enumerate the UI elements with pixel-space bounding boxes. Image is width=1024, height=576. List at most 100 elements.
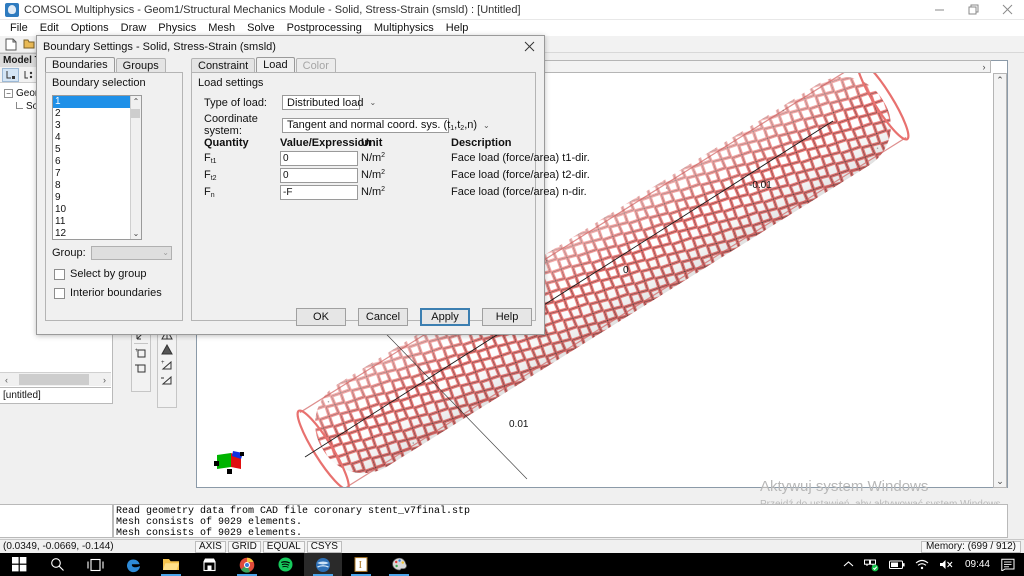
- hscroll-thumb[interactable]: [19, 374, 89, 385]
- coordinate-system-select[interactable]: Tangent and normal coord. sys. (t1,t2,n)…: [282, 117, 490, 133]
- chrome-browser-icon[interactable]: [228, 553, 266, 576]
- mesh-coarse-icon[interactable]: [159, 372, 175, 387]
- scroll-left-icon[interactable]: ‹: [0, 373, 13, 386]
- open-folder-icon[interactable]: [21, 37, 37, 52]
- close-icon[interactable]: [514, 36, 544, 57]
- menu-solve[interactable]: Solve: [241, 20, 281, 36]
- chevron-down-icon[interactable]: ⌄: [477, 121, 490, 130]
- cancel-button[interactable]: Cancel: [358, 308, 408, 326]
- cursor-coordinates: (0.0349, -0.0669, -0.144): [3, 541, 114, 552]
- menu-physics[interactable]: Physics: [152, 20, 202, 36]
- value-field-fn[interactable]: -F: [280, 185, 358, 200]
- checkbox-box[interactable]: [54, 268, 65, 280]
- graphics-vscrollbar[interactable]: ⌃ ⌄: [993, 73, 1007, 488]
- windows-start-icon[interactable]: [0, 553, 38, 576]
- menu-edit[interactable]: Edit: [34, 20, 65, 36]
- tab-load[interactable]: Load: [256, 57, 295, 72]
- mesh-solid-icon[interactable]: [159, 342, 175, 357]
- volume-muted-icon[interactable]: [934, 559, 959, 570]
- menu-draw[interactable]: Draw: [115, 20, 153, 36]
- list-item[interactable]: 12: [53, 228, 130, 239]
- list-item[interactable]: 5: [53, 144, 130, 156]
- file-explorer-icon[interactable]: [152, 553, 190, 576]
- status-flag-equal[interactable]: EQUAL: [262, 540, 305, 553]
- apply-button[interactable]: Apply: [420, 308, 470, 326]
- new-document-icon[interactable]: [3, 37, 19, 52]
- list-item[interactable]: 2: [53, 108, 130, 120]
- menu-file[interactable]: File: [4, 20, 34, 36]
- list-item[interactable]: 3: [53, 120, 130, 132]
- list-item[interactable]: 7: [53, 168, 130, 180]
- list-view-icon[interactable]: [20, 68, 37, 82]
- list-item[interactable]: 4: [53, 132, 130, 144]
- list-item[interactable]: 1: [53, 96, 130, 108]
- list-item[interactable]: 9: [53, 192, 130, 204]
- interior-boundaries-checkbox[interactable]: Interior boundaries: [54, 287, 162, 299]
- dialog-body: Boundaries Groups Constraint Load Color …: [37, 57, 590, 334]
- show-hidden-icons-chevron[interactable]: [838, 560, 859, 569]
- axis-tick-label: 0: [623, 265, 629, 276]
- tab-constraint[interactable]: Constraint: [191, 58, 256, 72]
- zoom-out-box-icon[interactable]: [133, 360, 149, 375]
- chevron-down-icon[interactable]: ⌄: [363, 98, 376, 107]
- scroll-up-icon[interactable]: ⌃: [994, 74, 1006, 86]
- group-label: Group:: [52, 246, 86, 259]
- minimize-icon[interactable]: [922, 0, 956, 20]
- network-status-icon[interactable]: [859, 558, 884, 572]
- menu-postprocessing[interactable]: Postprocessing: [281, 20, 368, 36]
- scroll-up-icon[interactable]: ⌃: [131, 96, 142, 107]
- type-of-load-select[interactable]: Distributed load ⌄: [282, 95, 376, 110]
- zoom-in-box-icon[interactable]: +: [133, 345, 149, 360]
- axis-tick-label: 0.01: [509, 419, 529, 430]
- list-item[interactable]: 10: [53, 204, 130, 216]
- search-icon[interactable]: [38, 553, 76, 576]
- menu-help[interactable]: Help: [440, 20, 475, 36]
- scroll-down-icon[interactable]: ⌄: [994, 475, 1006, 487]
- boundary-selection-label: Boundary selection: [52, 77, 146, 89]
- model-tree-hscrollbar[interactable]: ‹ ›: [0, 372, 111, 386]
- scroll-down-icon[interactable]: ⌄: [131, 228, 142, 239]
- log-line: Mesh consists of 9029 elements.: [116, 528, 303, 538]
- text-editor-icon[interactable]: I: [342, 553, 380, 576]
- tab-groups[interactable]: Groups: [115, 58, 166, 72]
- restore-icon[interactable]: [956, 0, 990, 20]
- collapse-icon[interactable]: −: [4, 89, 13, 98]
- status-flag-grid[interactable]: GRID: [227, 540, 261, 553]
- unit-label: N/m2: [361, 169, 386, 181]
- tab-boundaries[interactable]: Boundaries: [45, 57, 115, 72]
- close-icon[interactable]: [990, 0, 1024, 20]
- scroll-right-icon[interactable]: ›: [978, 61, 990, 72]
- boundary-list-scrollbar[interactable]: ⌃ ⌄: [130, 96, 141, 239]
- menu-options[interactable]: Options: [65, 20, 115, 36]
- battery-icon[interactable]: [884, 560, 910, 570]
- menu-multiphysics[interactable]: Multiphysics: [368, 20, 440, 36]
- task-view-icon[interactable]: [76, 553, 114, 576]
- mesh-refine-icon[interactable]: +: [159, 357, 175, 372]
- comsol-icon[interactable]: [304, 553, 342, 576]
- edge-browser-icon[interactable]: [114, 553, 152, 576]
- taskbar-clock[interactable]: 09:44: [959, 559, 996, 570]
- wifi-icon[interactable]: [910, 559, 934, 570]
- scroll-right-icon[interactable]: ›: [98, 373, 111, 386]
- scroll-thumb[interactable]: [131, 109, 140, 118]
- microsoft-store-icon[interactable]: [190, 553, 228, 576]
- paint-icon[interactable]: [380, 553, 418, 576]
- list-item[interactable]: 8: [53, 180, 130, 192]
- select-by-group-checkbox[interactable]: Select by group: [54, 268, 146, 280]
- checkbox-box[interactable]: [54, 287, 65, 299]
- list-item[interactable]: 11: [53, 216, 130, 228]
- list-item[interactable]: 6: [53, 156, 130, 168]
- value-field-ft2[interactable]: 0: [280, 168, 358, 183]
- status-flag-csys[interactable]: CSYS: [306, 540, 342, 553]
- help-button[interactable]: Help: [482, 308, 532, 326]
- tree-view-icon[interactable]: [2, 67, 19, 82]
- status-flag-axis[interactable]: AXIS: [195, 540, 226, 553]
- boundary-selection-list[interactable]: 1 2 3 4 5 6 7 8 9 10 11 12 ⌃ ⌄: [52, 95, 142, 240]
- ok-button[interactable]: OK: [296, 308, 346, 326]
- action-center-icon[interactable]: [996, 558, 1020, 571]
- spotify-icon[interactable]: [266, 553, 304, 576]
- hscroll-track[interactable]: [13, 373, 98, 386]
- value-field-ft1[interactable]: 0: [280, 151, 358, 166]
- load-settings-label: Load settings: [198, 77, 264, 89]
- menu-mesh[interactable]: Mesh: [202, 20, 241, 36]
